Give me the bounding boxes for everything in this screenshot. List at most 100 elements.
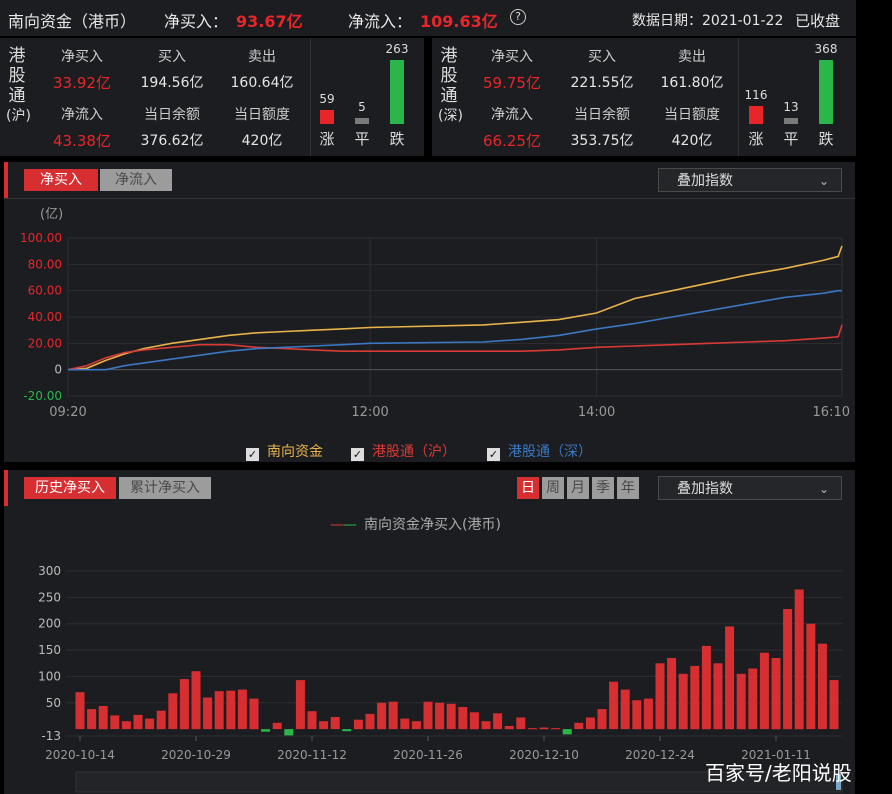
watermark: 百家号/老阳说股 (705, 761, 852, 785)
bar (446, 703, 456, 730)
y-tick-label: 60.00 (28, 284, 62, 298)
x-tick-label: 2020-12-10 (509, 748, 579, 762)
bar (597, 709, 607, 730)
divider (310, 38, 311, 156)
overlay-index-select-history[interactable]: 叠加指数 ⌄ (658, 476, 842, 500)
bar (237, 689, 247, 730)
y-tick-label: 300 (38, 564, 61, 578)
y-tick-label: -13 (41, 729, 61, 743)
sh-balance: 当日余额 376.62亿 (140, 107, 204, 149)
bar (667, 658, 677, 730)
legend-green-dash: — (343, 517, 357, 533)
bar (783, 609, 793, 730)
sz-balance: 当日余额 353.75亿 (570, 107, 634, 149)
y-tick-label: 80.00 (28, 257, 62, 271)
tab-year[interactable]: 年 (617, 477, 639, 499)
y-tick-label: 100.00 (20, 231, 62, 245)
y-tick-label: 150 (38, 643, 61, 657)
panel-name-sh: 港股通 (沪) (6, 46, 31, 124)
sz-buy: 买入 221.55亿 (570, 49, 634, 91)
tab-history-net-buy[interactable]: 历史净买入 (24, 477, 116, 499)
bar (806, 623, 816, 730)
sz-down-label: 跌 (818, 130, 834, 148)
panel-name-sz: 港股通 (深) (438, 46, 463, 124)
bar (435, 702, 445, 730)
bar (725, 626, 735, 730)
y-tick-label: 250 (38, 590, 61, 604)
y-tick-label: 100 (38, 669, 61, 683)
sh-sell: 卖出 160.64亿 (230, 49, 294, 91)
bar (226, 690, 236, 730)
bar (678, 673, 688, 730)
x-tick-label: 14:00 (578, 405, 615, 420)
bar (191, 671, 201, 730)
history-legend: —— 南向资金净买入(港币) (330, 517, 501, 533)
legend-southbound[interactable]: ✓ 南向资金 (246, 441, 323, 461)
sz-flat-count: 13 (783, 100, 799, 114)
x-tick-label: 12:00 (351, 405, 388, 420)
overlay-index-select[interactable]: 叠加指数 ⌄ (658, 168, 842, 192)
bar (516, 717, 526, 730)
market-status: 已收盘 (795, 12, 841, 30)
chevron-down-icon: ⌄ (818, 482, 829, 496)
y-tick-label: 40.00 (28, 310, 62, 324)
sz-quota: 当日额度 420亿 (664, 107, 720, 149)
bar (156, 710, 166, 730)
bar (469, 712, 479, 730)
bar (574, 722, 584, 730)
bar (620, 689, 630, 730)
sh-up-bar (320, 110, 334, 124)
bar (632, 700, 642, 730)
bar (87, 709, 97, 730)
legend-sh[interactable]: ✓ 港股通（沪） (351, 441, 456, 461)
x-tick-label: 2020-12-24 (625, 748, 695, 762)
sh-flat-bar (355, 118, 369, 124)
legend-sz[interactable]: ✓ 港股通（深） (487, 441, 592, 461)
sz-down-bar (819, 60, 833, 124)
net-flow-label: 净流入： (348, 12, 413, 31)
bar (562, 729, 572, 735)
net-buy-value: 93.67亿 (236, 12, 303, 31)
help-circle-icon[interactable]: ? (510, 9, 526, 25)
checkbox-checked-icon[interactable]: ✓ (487, 448, 500, 461)
bar (295, 680, 305, 730)
bar (748, 668, 758, 730)
sh-net-flow: 净流入 43.38亿 (53, 107, 111, 150)
bar (388, 701, 398, 730)
bar (643, 698, 653, 730)
bar (330, 717, 340, 730)
sh-buy: 买入 194.56亿 (140, 49, 204, 91)
bar (168, 693, 178, 730)
sh-flat-label: 平 (354, 130, 370, 148)
x-tick-label: 2020-11-26 (393, 748, 463, 762)
bar (481, 721, 491, 730)
x-tick-label: 2020-11-12 (277, 748, 347, 762)
sz-up-count: 116 (744, 88, 768, 102)
bar (655, 663, 665, 730)
x-tick-label: 2020-10-29 (161, 748, 231, 762)
bar (736, 673, 746, 730)
y-tick-label: 0 (54, 363, 62, 377)
bar (771, 658, 781, 730)
sz-net-buy: 净买入 59.75亿 (483, 49, 541, 92)
bar (794, 589, 804, 730)
section-marker (4, 162, 8, 198)
tab-quarter[interactable]: 季 (592, 477, 614, 499)
sz-up-bar (749, 106, 763, 124)
bar (98, 706, 108, 730)
tab-net-flow[interactable]: 净流入 (100, 169, 172, 191)
checkbox-checked-icon[interactable]: ✓ (351, 448, 364, 461)
y-unit-label: (亿) (40, 207, 63, 222)
tab-cumulative-net-buy[interactable]: 累计净买入 (119, 477, 211, 499)
bar (272, 722, 282, 730)
tab-week[interactable]: 周 (542, 477, 564, 499)
bar (307, 711, 317, 730)
sh-up-label: 涨 (319, 130, 335, 148)
tab-net-buy[interactable]: 净买入 (24, 169, 98, 191)
tab-day[interactable]: 日 (517, 477, 539, 499)
checkbox-checked-icon[interactable]: ✓ (246, 448, 259, 461)
sz-sell: 卖出 161.80亿 (660, 49, 724, 91)
tab-month[interactable]: 月 (567, 477, 589, 499)
bar (690, 665, 700, 730)
bar (539, 727, 549, 730)
